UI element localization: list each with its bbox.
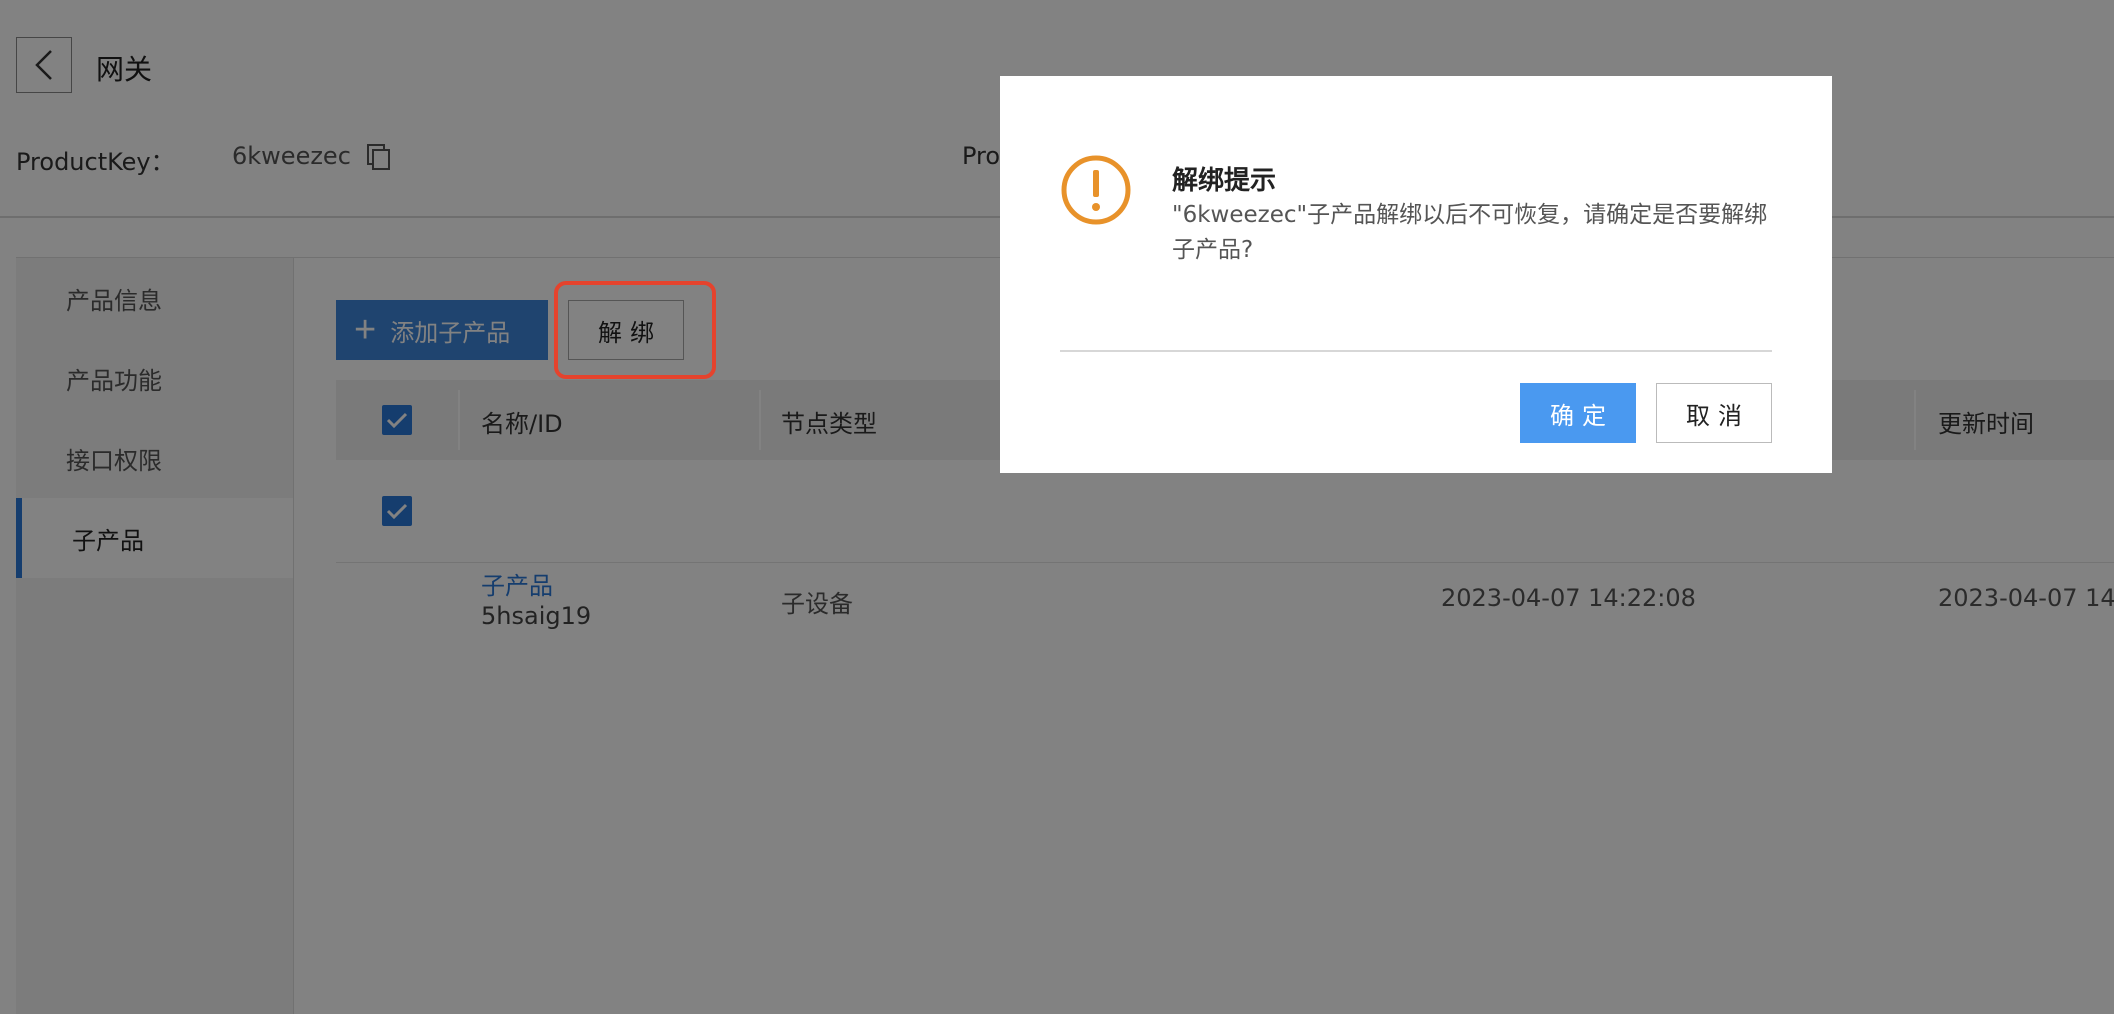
warning-icon [1061, 155, 1131, 225]
gateway-product-page: 网关 ProductKey： 6kweezec Pro 产品信息 产品功能 接口… [0, 0, 2114, 1014]
dialog-message: "6kweezec"子产品解绑以后不可恢复，请确定是否要解绑子产品? [1172, 202, 1768, 263]
unbind-confirm-dialog: 解绑提示 "6kweezec"子产品解绑以后不可恢复，请确定是否要解绑子产品? … [1000, 76, 1832, 473]
dialog-divider [1060, 350, 1772, 352]
cancel-button[interactable]: 取消 [1656, 383, 1772, 443]
confirm-button[interactable]: 确定 [1520, 383, 1636, 443]
dialog-title: 解绑提示 [1172, 166, 1277, 196]
